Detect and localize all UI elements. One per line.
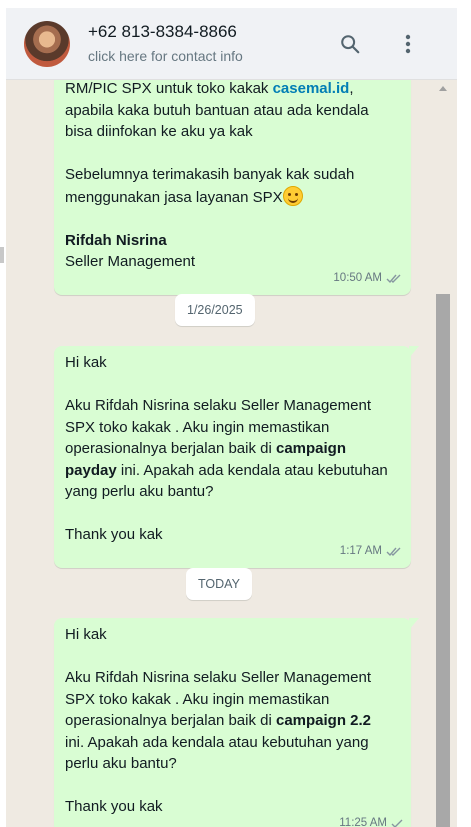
store-link[interactable]: casemal.id [273, 80, 350, 97]
message-line: bisa diinfokan ke aku ya kak [65, 123, 253, 140]
scrollbar-thumb[interactable] [436, 294, 450, 827]
message-line: ini. Apakah ada kendala atau kebutuhan y… [65, 733, 369, 751]
message-bubble[interactable]: Hi kak Aku Rifdah Nisrina selaku Seller … [54, 618, 419, 827]
kebab-menu-icon[interactable] [394, 30, 422, 58]
bubble-tail [409, 346, 419, 358]
message-time: 10:50 AM [333, 272, 382, 284]
search-icon[interactable] [336, 30, 364, 58]
bubble-tail [409, 618, 419, 630]
message-time: 11:25 AM [339, 817, 387, 827]
message-line: Aku Rifdah Nisrina selaku Seller Managem… [65, 397, 371, 414]
message-line: RM/PIC SPX untuk toko kakak casemal.id, [65, 80, 354, 97]
message-list[interactable]: RM/PIC SPX untuk toko kakak casemal.id, … [6, 80, 457, 827]
contact-name[interactable]: +62 813-8384-8866 [88, 22, 237, 42]
message-line [65, 775, 401, 797]
message-line: menggunakan jasa layanan SPX [65, 185, 401, 209]
double-check-icon [386, 547, 401, 557]
message-line: operasionalnya berjalan baik di campaign… [65, 712, 372, 729]
chat-window: +62 813-8384-8866 click here for contact… [6, 8, 457, 827]
message-line: perlu aku bantu? [65, 755, 177, 772]
message-bubble[interactable]: Hi kak Aku Rifdah Nisrina selaku Seller … [54, 346, 419, 568]
bold-text: campaign 2.2 [275, 712, 372, 729]
message-line: Sebelumnya terimakasih banyak kak sudah [65, 166, 355, 183]
contact-info-hint[interactable]: click here for contact info [88, 48, 243, 64]
message-line: operasionalnya berjalan baik di campaign [65, 440, 347, 457]
message-line: payday ini. Apakah ada kendala atau kebu… [65, 461, 388, 479]
message-line: SPX toko kakak . Aku ingin memastikan [65, 418, 330, 436]
scroll-up-arrow-icon[interactable] [439, 86, 447, 91]
message-line [65, 646, 401, 668]
message-line: yang perlu aku bantu? [65, 483, 214, 500]
chat-header[interactable]: +62 813-8384-8866 click here for contact… [6, 8, 457, 80]
message-bubble[interactable]: RM/PIC SPX untuk toko kakak casemal.id, … [54, 80, 411, 295]
date-separator: 1/26/2025 [175, 294, 255, 326]
message-line: Hi kak [65, 626, 107, 643]
bold-text: campaign [275, 440, 347, 457]
contact-avatar[interactable] [24, 21, 70, 67]
date-separator: TODAY [186, 568, 252, 600]
double-check-icon [386, 274, 401, 284]
message-line [65, 143, 401, 165]
message-time: 1:17 AM [339, 545, 382, 557]
window-edge-marker [0, 247, 4, 263]
smiling-face-icon [282, 185, 303, 206]
message-line [65, 374, 401, 396]
message-meta: 11:25 AM [339, 813, 403, 827]
bold-text: payday [65, 461, 117, 479]
message-meta: 10:50 AM [333, 268, 403, 290]
single-check-icon [391, 819, 403, 827]
message-line: SPX toko kakak . Aku ingin memastikan [65, 690, 330, 708]
message-line: Hi kak [65, 354, 107, 371]
message-line [65, 503, 401, 525]
message-line: apabila kaka butuh bantuan atau ada kend… [65, 101, 369, 119]
sender-name: Rifdah Nisrina [65, 231, 167, 249]
message-line [65, 208, 401, 230]
message-line: Aku Rifdah Nisrina selaku Seller Managem… [65, 669, 371, 686]
message-meta: 1:17 AM [340, 541, 403, 563]
